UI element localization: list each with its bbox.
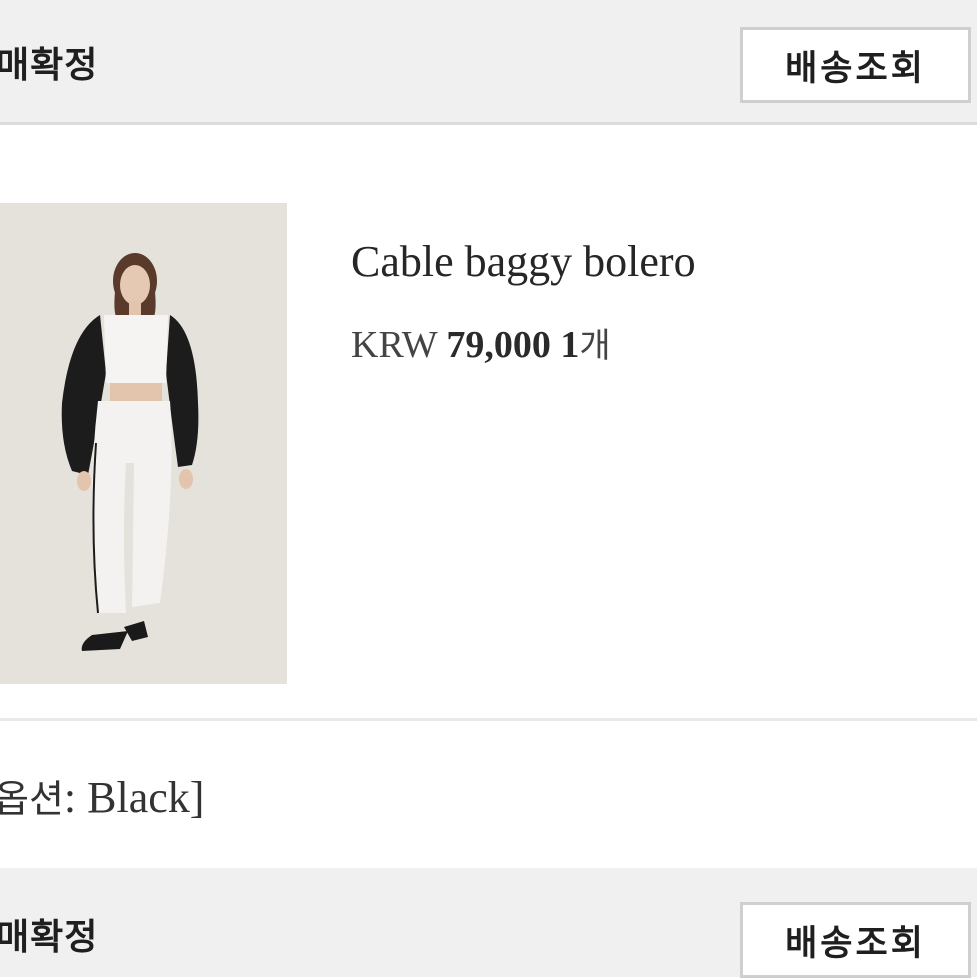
- option-value: Black: [87, 773, 190, 822]
- quantity-unit: 개: [579, 326, 611, 366]
- quantity-value: 1: [560, 324, 580, 366]
- option-separator: :: [63, 773, 88, 822]
- track-delivery-button-2[interactable]: 배송조회: [740, 902, 971, 978]
- product-photo: [0, 203, 287, 684]
- section-divider: [0, 718, 977, 721]
- price-amount: 79,000: [446, 324, 551, 366]
- product-price-line: KRW 79,000 1개: [351, 318, 611, 367]
- order-status-header: 매확정 배송조회: [0, 0, 977, 125]
- order-status-header-2: 매확정 배송조회: [0, 868, 977, 978]
- product-thumbnail[interactable]: [0, 203, 287, 684]
- order-status-label: 매확정: [0, 45, 99, 86]
- track-delivery-button[interactable]: 배송조회: [740, 27, 971, 103]
- option-suffix: ]: [189, 773, 205, 822]
- option-prefix: 옵션: [0, 777, 64, 821]
- product-option: 옵션: Black]: [0, 768, 204, 823]
- currency-label: KRW: [351, 324, 437, 366]
- product-name[interactable]: Cable baggy bolero: [351, 236, 696, 287]
- order-status-label-2: 매확정: [0, 917, 99, 958]
